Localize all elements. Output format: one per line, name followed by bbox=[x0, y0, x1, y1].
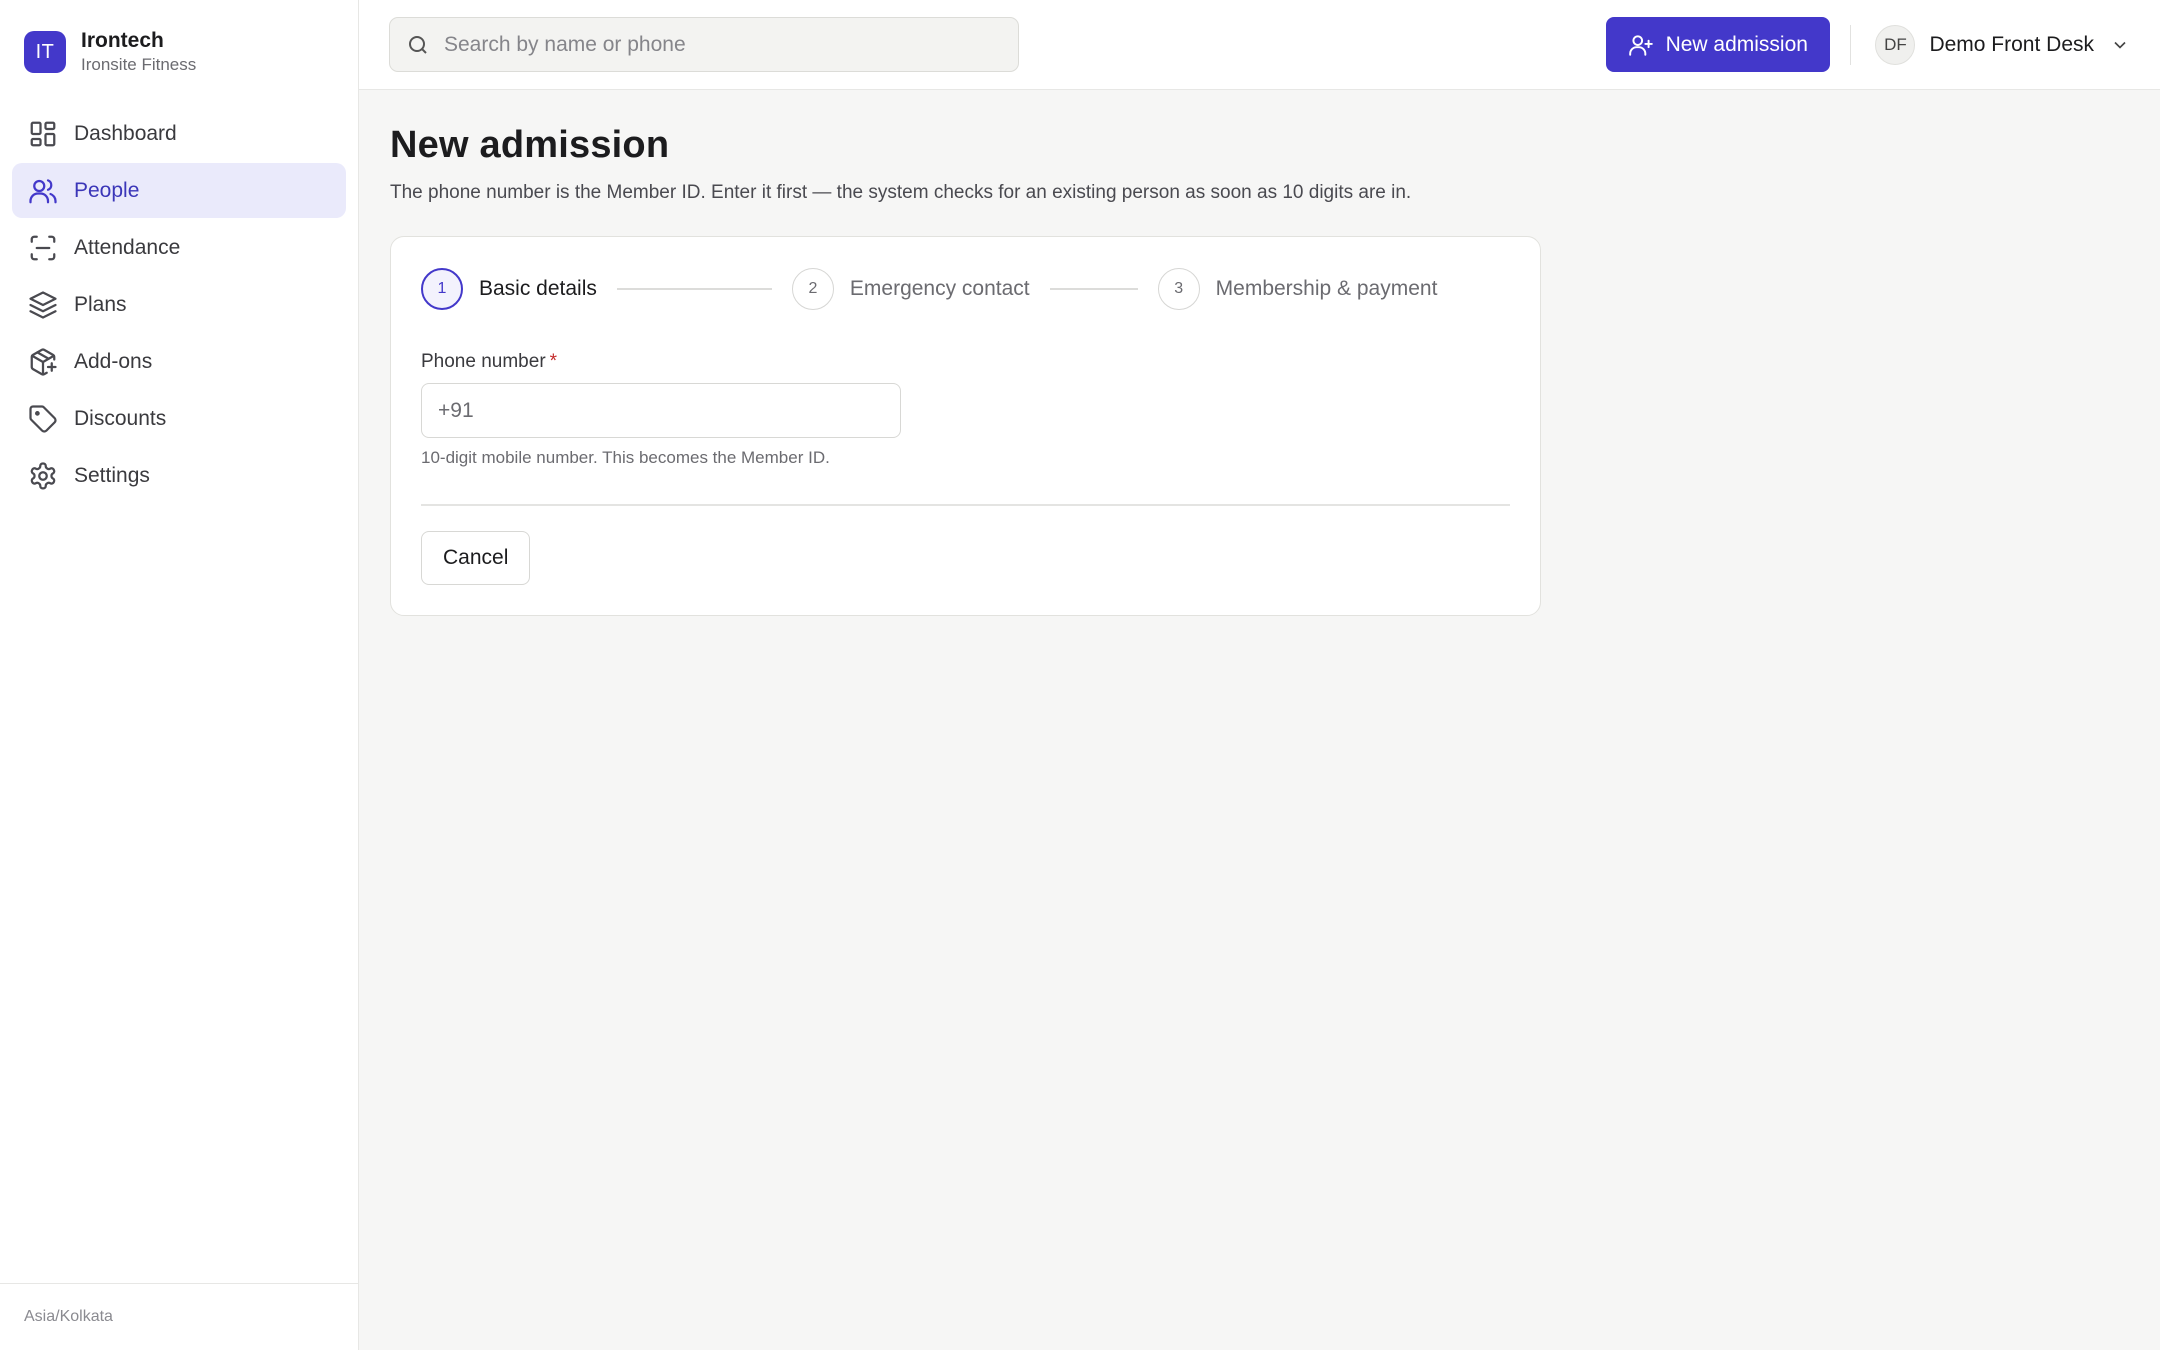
sidebar-item-dashboard[interactable]: Dashboard bbox=[12, 106, 346, 161]
search-input[interactable] bbox=[444, 32, 1002, 57]
phone-input[interactable] bbox=[421, 383, 901, 438]
cancel-button[interactable]: Cancel bbox=[421, 530, 531, 585]
sidebar-item-label: Settings bbox=[74, 463, 150, 487]
step-number: 3 bbox=[1157, 268, 1200, 310]
step-emergency-contact[interactable]: 2 Emergency contact bbox=[791, 268, 1030, 310]
step-label: Basic details bbox=[479, 277, 597, 300]
users-icon bbox=[28, 176, 58, 206]
phone-label-text: Phone number bbox=[421, 351, 546, 372]
user-name: Demo Front Desk bbox=[1929, 32, 2094, 56]
sidebar-item-label: Add-ons bbox=[74, 349, 153, 373]
sidebar: IT Irontech Ironsite Fitness Dashboard P… bbox=[0, 0, 359, 1350]
brand-logo: IT bbox=[24, 31, 66, 73]
brand-name: Irontech bbox=[81, 29, 164, 52]
required-mark: * bbox=[549, 351, 558, 372]
user-plus-icon bbox=[1628, 32, 1666, 58]
sidebar-item-label: People bbox=[74, 178, 140, 202]
search-icon bbox=[406, 33, 444, 57]
brand-subtitle: Ironsite Fitness bbox=[81, 55, 197, 74]
user-menu[interactable]: DF Demo Front Desk bbox=[1875, 24, 2130, 65]
package-plus-icon bbox=[28, 347, 58, 377]
step-basic-details[interactable]: 1 Basic details bbox=[421, 268, 597, 310]
new-admission-label: New admission bbox=[1665, 32, 1808, 56]
main: New admission DF Demo Front Desk New adm… bbox=[359, 0, 2160, 1350]
page-description: The phone number is the Member ID. Enter… bbox=[390, 182, 1412, 203]
gear-icon bbox=[28, 461, 58, 491]
chevron-down-icon bbox=[2110, 35, 2130, 55]
sidebar-item-label: Attendance bbox=[74, 235, 181, 259]
sidebar-item-label: Discounts bbox=[74, 406, 167, 430]
page-title: New admission bbox=[390, 124, 670, 166]
step-membership-payment[interactable]: 3 Membership & payment bbox=[1157, 268, 1438, 310]
app-root: IT Irontech Ironsite Fitness Dashboard P… bbox=[0, 0, 2160, 1350]
topbar-divider bbox=[1849, 24, 1852, 65]
sidebar-item-add-ons[interactable]: Add-ons bbox=[12, 334, 346, 389]
brand: IT Irontech Ironsite Fitness bbox=[0, 0, 358, 76]
sidebar-item-people[interactable]: People bbox=[12, 163, 346, 218]
new-admission-button[interactable]: New admission bbox=[1605, 17, 1830, 72]
step-number: 2 bbox=[791, 268, 834, 310]
layers-icon bbox=[28, 290, 58, 320]
step-number: 1 bbox=[421, 268, 463, 310]
phone-field: Phone number* 10-digit mobile number. Th… bbox=[421, 351, 1510, 468]
search-box[interactable] bbox=[389, 17, 1019, 72]
phone-label: Phone number * bbox=[421, 351, 1510, 373]
sidebar-item-label: Dashboard bbox=[74, 121, 177, 145]
tag-icon bbox=[28, 404, 58, 434]
page-content: New admission The phone number is the Me… bbox=[359, 90, 2160, 616]
sidebar-item-discounts[interactable]: Discounts bbox=[12, 391, 346, 446]
sidebar-item-settings[interactable]: Settings bbox=[12, 448, 346, 503]
form-actions: Cancel bbox=[421, 530, 1510, 585]
stepper: 1 Basic details 2 Emergency contact 3 Me… bbox=[421, 265, 1510, 313]
phone-hint: 10-digit mobile number. This becomes the… bbox=[421, 448, 830, 467]
sidebar-item-label: Plans bbox=[74, 292, 127, 316]
sidebar-item-attendance[interactable]: Attendance bbox=[12, 220, 346, 275]
step-connector bbox=[1049, 288, 1138, 290]
sidebar-item-plans[interactable]: Plans bbox=[12, 277, 346, 332]
timezone-label: Asia/Kolkata bbox=[0, 1283, 358, 1350]
topbar: New admission DF Demo Front Desk bbox=[359, 0, 2160, 90]
dashboard-icon bbox=[28, 119, 58, 149]
step-connector bbox=[616, 288, 772, 290]
card-divider bbox=[421, 504, 1510, 506]
admission-form-card: 1 Basic details 2 Emergency contact 3 Me… bbox=[390, 236, 1541, 616]
sidebar-nav: Dashboard People Attendance Plans Add-on… bbox=[0, 106, 358, 503]
avatar: DF bbox=[1875, 24, 1916, 65]
step-label: Emergency contact bbox=[849, 277, 1030, 300]
scan-icon bbox=[28, 233, 58, 263]
brand-text: Irontech Ironsite Fitness bbox=[81, 28, 196, 76]
step-label: Membership & payment bbox=[1215, 277, 1438, 300]
